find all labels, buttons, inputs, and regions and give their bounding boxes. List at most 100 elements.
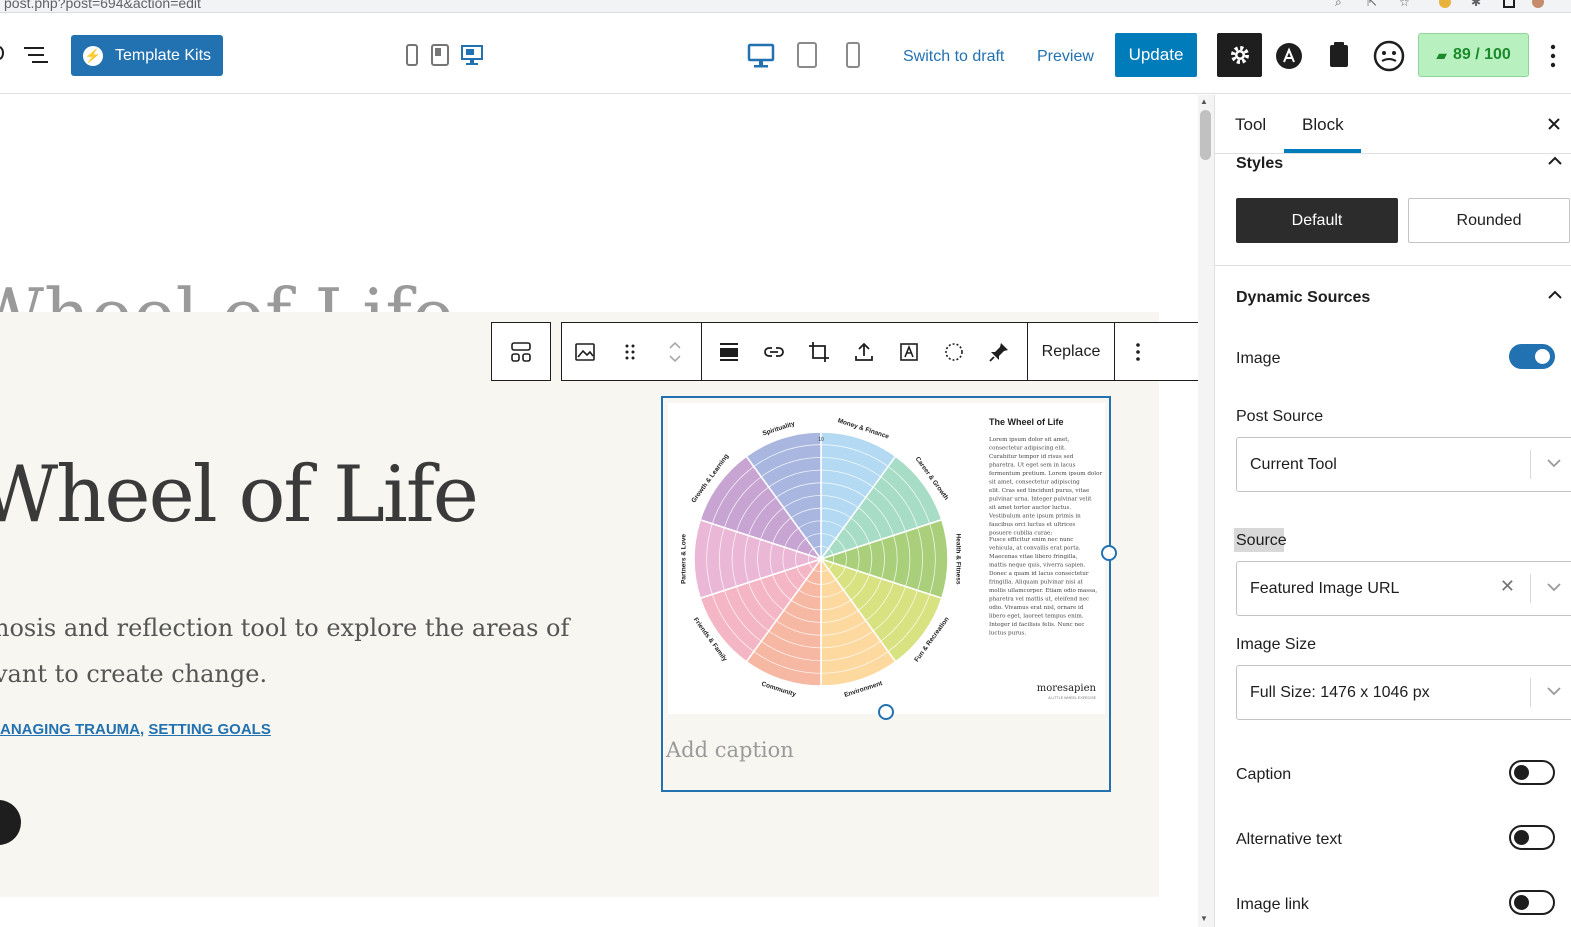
select-motif-icon[interactable]: [931, 323, 976, 380]
canvas-scroll-thumb[interactable]: [1200, 110, 1211, 160]
block-parent-selector[interactable]: [491, 322, 551, 381]
image-toggle[interactable]: [1509, 344, 1555, 369]
post-source-select[interactable]: Current Tool: [1236, 437, 1571, 492]
gear-icon: [1230, 46, 1249, 64]
seo-score-badge[interactable]: ▰ 89 / 100: [1418, 33, 1529, 77]
crop-icon[interactable]: [796, 323, 841, 380]
dynamic-sources-title[interactable]: Dynamic Sources: [1236, 289, 1370, 307]
image-link-toggle[interactable]: [1509, 890, 1555, 915]
profile-avatar[interactable]: [1532, 0, 1544, 8]
switch-to-draft-button[interactable]: Switch to draft: [903, 48, 1004, 66]
sidepanel-icon[interactable]: [1503, 0, 1515, 8]
install-icon[interactable]: ⇱: [1367, 0, 1379, 8]
settings-button[interactable]: [1217, 33, 1262, 77]
chevron-down-icon[interactable]: [1547, 686, 1561, 696]
seo-score-label: 89 / 100: [1452, 46, 1511, 63]
canvas-scrollbar[interactable]: [1198, 95, 1214, 927]
source-value: Featured Image URL: [1250, 579, 1400, 597]
image-block-icon[interactable]: [562, 323, 607, 380]
source-select[interactable]: Featured Image URL ✕: [1236, 561, 1571, 616]
replace-button[interactable]: Replace: [1028, 323, 1114, 380]
image-size-label: Image Size: [1236, 636, 1317, 653]
grid-block-icon[interactable]: [492, 323, 550, 380]
post-paragraph[interactable]: nosis and reflection tool to explore the…: [0, 605, 569, 697]
tab-tool[interactable]: Tool: [1235, 115, 1266, 135]
template-kits-button[interactable]: ⚡ Template Kits: [71, 35, 223, 76]
chevron-up-icon[interactable]: [1548, 290, 1562, 300]
source-label: Source: [1236, 532, 1287, 549]
text-overlay-icon[interactable]: [886, 323, 931, 380]
inserter-icon[interactable]: [0, 46, 4, 60]
tag-link-managing-trauma[interactable]: ANAGING TRAUMA: [0, 721, 140, 738]
upload-icon[interactable]: [841, 323, 886, 380]
caption-toggle[interactable]: [1509, 760, 1555, 785]
resize-handle-right[interactable]: [1101, 545, 1117, 561]
figure-body-text-1: Lorem ipsum dolor sit amet, consectetur a…: [988, 437, 1102, 537]
tablet-preview-icon[interactable]: [796, 41, 818, 69]
post-source-label: Post Source: [1236, 408, 1324, 425]
resize-handle-bottom[interactable]: [878, 704, 894, 720]
list-view-icon[interactable]: [24, 45, 48, 65]
scroll-down-arrow-icon[interactable]: ▼: [1200, 914, 1208, 923]
score-chart-icon: ▰: [1436, 46, 1447, 63]
image-toggle-label: Image: [1236, 350, 1281, 367]
figure-brand-sub: A LITTLE WHEEL EXERCISE: [1048, 696, 1096, 700]
desktop-small-icon[interactable]: [460, 44, 484, 66]
select-separator: [1530, 574, 1531, 603]
ghost-page-title[interactable]: Wheel of Life: [0, 265, 455, 312]
tag-separator: ,: [140, 721, 145, 738]
image-size-value: Full Size: 1476 x 1046 px: [1250, 683, 1430, 701]
dynamic-pin-icon[interactable]: [976, 323, 1021, 380]
chevron-up-icon[interactable]: [1548, 156, 1562, 166]
search-icon[interactable]: ⌕: [1335, 0, 1347, 8]
yoast-face-icon[interactable]: [1373, 40, 1405, 72]
tag-link-setting-goals[interactable]: SETTING GOALS: [148, 721, 271, 738]
post-heading[interactable]: Wheel of Life: [0, 450, 479, 540]
post-source-value: Current Tool: [1250, 455, 1337, 473]
clipboard-icon[interactable]: [1328, 41, 1350, 69]
preview-button[interactable]: Preview: [1037, 48, 1094, 66]
post-tags: ANAGING TRAUMA, SETTING GOALS: [0, 721, 271, 738]
figure-title: The Wheel of Life: [989, 417, 1064, 427]
tab-block[interactable]: Block: [1302, 115, 1344, 135]
paragraph-line-2: vant to create change.: [0, 660, 268, 688]
editor-canvas[interactable]: Wheel of Life Wheel of Life nosis and re…: [0, 95, 1198, 927]
block-options-icon[interactable]: [1115, 323, 1160, 380]
toggle-knob: [1535, 349, 1550, 364]
paragraph-line-1: nosis and reflection tool to explore the…: [0, 614, 570, 642]
image-block[interactable]: Money & Finance Career & Growth Health & F…: [661, 396, 1111, 792]
wheel-of-life-figure: Money & FinanceCareer & GrowthHealth & F…: [681, 417, 1103, 700]
settings-sidebar: Tool Block Styles Default Rounded Dynami…: [1214, 95, 1571, 927]
link-icon[interactable]: [751, 323, 796, 380]
astra-icon[interactable]: [1275, 42, 1303, 70]
styles-section-title[interactable]: Styles: [1236, 155, 1283, 173]
more-options-icon[interactable]: [1545, 43, 1561, 69]
alt-text-toggle[interactable]: [1509, 825, 1555, 850]
mobile-small-icon[interactable]: [405, 44, 419, 66]
figure-body-text-2: Fusce efficitur enim nec nunc vehicula, a…: [988, 537, 1097, 637]
extension-icon[interactable]: [1439, 0, 1451, 8]
wheel-of-life-image[interactable]: Money & Finance Career & Growth Health & F…: [668, 403, 1105, 714]
url-text[interactable]: post.php?post=694&action=edit: [4, 0, 201, 11]
image-link-toggle-label: Image link: [1236, 896, 1309, 913]
tablet-small-icon[interactable]: [430, 44, 450, 66]
update-button[interactable]: Update: [1115, 33, 1197, 77]
drag-handle-icon[interactable]: [607, 323, 652, 380]
caption-input[interactable]: Add caption: [666, 738, 794, 762]
style-rounded-button[interactable]: Rounded: [1408, 198, 1570, 243]
align-icon[interactable]: [706, 323, 751, 380]
close-icon[interactable]: [1547, 117, 1561, 131]
browser-address-bar[interactable]: post.php?post=694&action=edit ⌕ ⇱ ☆ ✱: [0, 0, 1571, 13]
mobile-preview-icon[interactable]: [845, 41, 861, 69]
scroll-up-arrow-icon[interactable]: ▲: [1200, 97, 1208, 106]
styles-divider: [1215, 265, 1571, 266]
puzzle-icon[interactable]: ✱: [1471, 0, 1483, 8]
image-size-select[interactable]: Full Size: 1476 x 1046 px: [1236, 665, 1571, 720]
chevron-down-icon[interactable]: [1547, 458, 1561, 468]
clear-icon[interactable]: ✕: [1500, 576, 1515, 597]
bookmark-star-icon[interactable]: ☆: [1399, 0, 1411, 8]
move-up-down-icon[interactable]: [652, 323, 697, 380]
desktop-preview-icon[interactable]: [747, 43, 775, 69]
style-default-button[interactable]: Default: [1236, 198, 1398, 243]
chevron-down-icon[interactable]: [1547, 582, 1561, 592]
